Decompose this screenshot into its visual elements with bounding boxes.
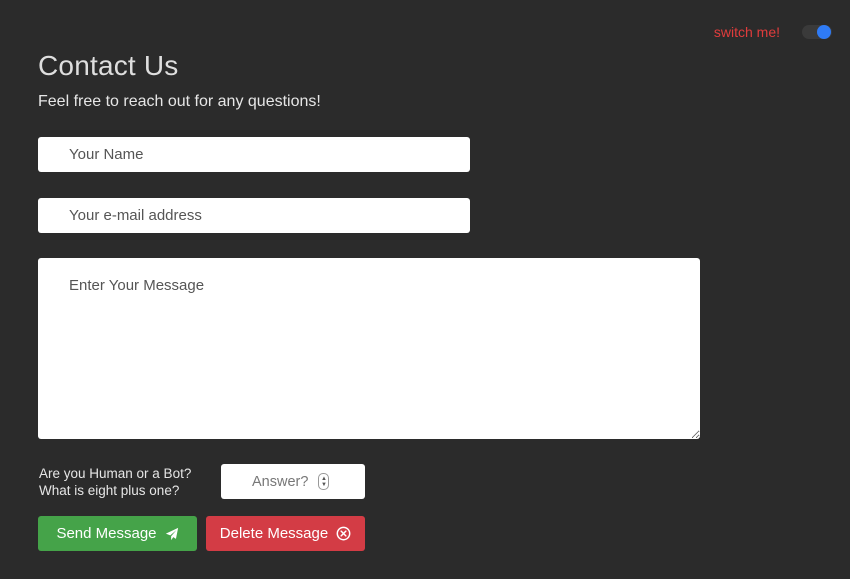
circle-x-icon — [336, 526, 351, 541]
number-spinner-icon[interactable]: ▲ ▼ — [318, 473, 330, 490]
toggle-knob — [817, 25, 831, 39]
send-message-button[interactable]: Send Message — [38, 516, 197, 551]
send-button-label: Send Message — [56, 525, 157, 542]
captcha-line-1: Are you Human or a Bot? — [39, 466, 192, 481]
paper-plane-icon — [165, 527, 179, 541]
message-textarea[interactable] — [38, 258, 700, 439]
answer-placeholder: Answer? — [252, 473, 309, 490]
theme-switch: switch me! — [714, 24, 832, 40]
page-title: Contact Us — [38, 50, 179, 81]
page-subtitle: Feel free to reach out for any questions… — [38, 93, 321, 110]
delete-message-button[interactable]: Delete Message — [206, 516, 365, 551]
name-input[interactable] — [38, 137, 470, 172]
delete-button-label: Delete Message — [219, 525, 329, 542]
email-input[interactable] — [38, 198, 470, 233]
captcha-line-2: What is eight plus one? — [39, 483, 180, 498]
captcha-question: Are you Human or a Bot? What is eight pl… — [39, 465, 191, 499]
switch-label: switch me! — [713, 24, 780, 40]
theme-toggle[interactable] — [802, 25, 832, 39]
captcha-answer-input[interactable]: Answer? ▲ ▼ — [221, 464, 365, 499]
